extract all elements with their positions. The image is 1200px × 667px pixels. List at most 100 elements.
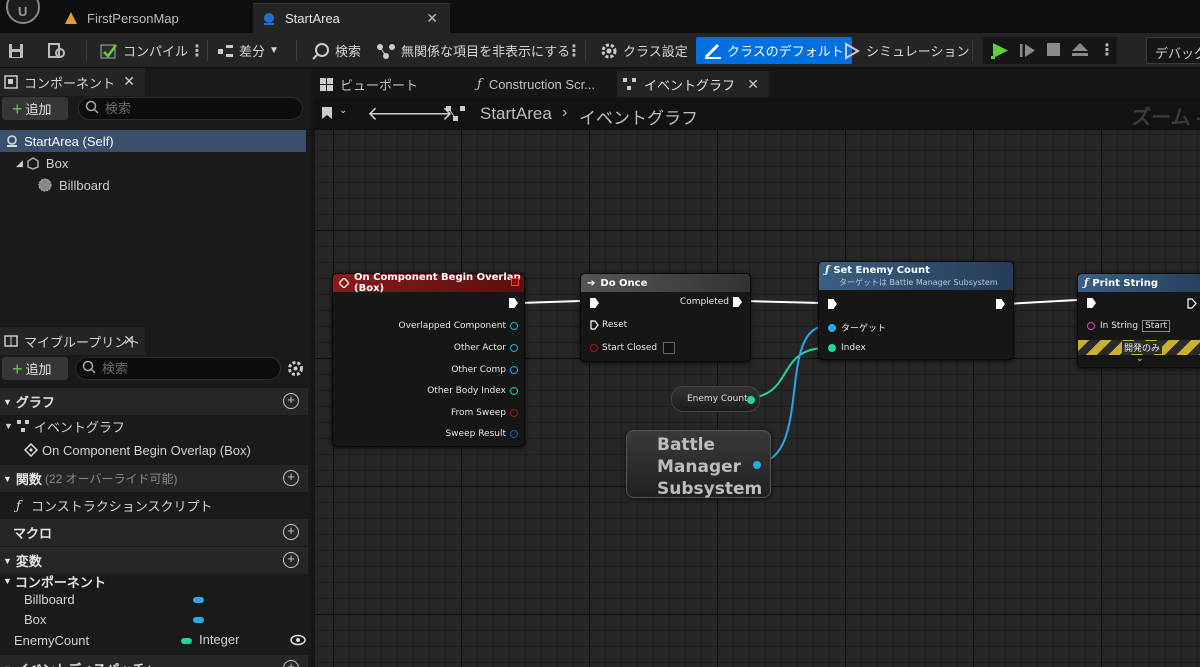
find-button[interactable]: 検索 xyxy=(312,37,361,64)
blueprint-search-input[interactable] xyxy=(102,361,252,376)
pin-reset[interactable]: Reset xyxy=(590,320,627,330)
diff-icon xyxy=(218,44,234,58)
compile-button[interactable]: コンパイル xyxy=(100,37,188,64)
exec-out-pin[interactable] xyxy=(1187,298,1197,309)
save-button[interactable] xyxy=(8,37,29,64)
step-icon[interactable] xyxy=(1020,43,1036,61)
variable-type-label[interactable]: Integer xyxy=(199,632,239,647)
add-graph-icon[interactable]: + xyxy=(283,393,299,409)
class-defaults-button[interactable]: クラスのデフォルト xyxy=(696,37,852,64)
save-icon xyxy=(8,43,24,59)
expand-arrow-icon[interactable]: ◢ xyxy=(16,158,23,169)
node-set-enemy-count[interactable]: ƒ Set Enemy Count ターゲットは Battle Manager S… xyxy=(818,261,1014,360)
pin-sweep-result[interactable]: Sweep Result xyxy=(445,429,518,439)
diff-button[interactable]: 差分 ▼ xyxy=(218,37,279,64)
node-enemy-count-getter[interactable]: Enemy Count xyxy=(671,386,760,412)
exec-out-pin[interactable] xyxy=(996,299,1005,309)
tree-item-self[interactable]: StartArea (Self) xyxy=(0,130,306,152)
graph-canvas[interactable]: On Component Begin Overlap (Box) Overlap… xyxy=(315,97,1200,667)
chevron-down-icon[interactable]: ⌄ xyxy=(339,105,347,116)
variable-enemycount[interactable]: EnemyCount xyxy=(14,629,322,651)
add-variable-icon[interactable]: + xyxy=(283,552,299,568)
pin-other-body-index[interactable]: Other Body Index xyxy=(427,386,518,396)
pin-target[interactable]: ターゲット xyxy=(828,321,886,334)
category-event-dispatchers[interactable]: ▼ イベントディスパッチャー + xyxy=(0,655,308,667)
pin-in-string[interactable]: In String Start xyxy=(1087,320,1171,332)
pin-index[interactable]: Index xyxy=(828,343,866,353)
pin-other-actor[interactable]: Other Actor xyxy=(454,343,518,353)
close-icon[interactable]: ✕ xyxy=(426,10,438,27)
tab-event-graph[interactable]: イベントグラフ ✕ xyxy=(617,71,769,97)
add-component-button[interactable]: + 追加 xyxy=(2,97,68,120)
close-icon[interactable]: ✕ xyxy=(747,76,759,93)
exec-in-pin[interactable] xyxy=(1087,298,1096,308)
breadcrumb-root[interactable]: StartArea xyxy=(480,104,552,124)
node-on-component-begin-overlap[interactable]: On Component Begin Overlap (Box) Overlap… xyxy=(332,272,525,447)
browse-button[interactable] xyxy=(48,37,71,64)
node-do-once[interactable]: ➔ Do Once Completed Reset Start Closed xyxy=(580,273,751,362)
bookmark-icon[interactable] xyxy=(321,106,333,123)
blueprint-search[interactable] xyxy=(75,357,281,380)
eject-icon[interactable] xyxy=(1072,43,1088,60)
tree-event-graph[interactable]: ▼ イベントグラフ xyxy=(0,415,308,437)
find-options-button[interactable]: ⋮ xyxy=(566,37,582,64)
close-icon[interactable]: ✕ xyxy=(123,332,135,349)
component-search[interactable] xyxy=(78,97,303,120)
add-dispatcher-icon[interactable]: + xyxy=(283,660,299,667)
pin-overlapped-component[interactable]: Overlapped Component xyxy=(399,321,518,331)
debug-object-select[interactable]: デバッグ xyxy=(1146,37,1200,64)
simulation-button[interactable]: シミュレーション xyxy=(843,37,969,64)
settings-gear-icon[interactable] xyxy=(287,360,304,380)
pin-other-comp[interactable]: Other Comp xyxy=(451,365,518,375)
eye-icon[interactable] xyxy=(290,634,306,649)
category-functions[interactable]: ▼ 関数 (22 オーバーライド可能) + xyxy=(0,465,308,492)
pin-completed[interactable]: Completed xyxy=(680,297,742,307)
component-search-input[interactable] xyxy=(105,101,255,116)
node-title: Print String xyxy=(1092,277,1159,289)
components-panel-tab[interactable]: コンポーネント ✕ xyxy=(0,68,145,96)
node-battle-manager-subsystem[interactable]: Battle Manager Subsystem xyxy=(626,430,771,499)
exec-out-pin[interactable] xyxy=(509,298,518,308)
tree-event-overlap[interactable]: On Component Begin Overlap (Box) xyxy=(24,439,332,461)
category-graphs[interactable]: ▼ グラフ + xyxy=(0,388,308,415)
start-closed-checkbox[interactable] xyxy=(663,342,676,354)
add-macro-icon[interactable]: + xyxy=(283,524,299,540)
my-blueprint-panel-tab[interactable]: マイブループリント ✕ xyxy=(0,327,145,355)
tab-viewport[interactable]: ビューポート xyxy=(316,71,466,97)
tree-construction-script[interactable]: ƒ コンストラクションスクリプト xyxy=(14,494,322,516)
tab-construction-script[interactable]: ƒ Construction Scr... xyxy=(471,71,617,97)
play-options-button[interactable]: ⋮ xyxy=(1099,40,1115,60)
add-function-icon[interactable]: + xyxy=(283,470,299,486)
node-print-string[interactable]: ƒ Print String In String Start 開発のみ ⌄ xyxy=(1077,273,1200,368)
exec-in-pin[interactable] xyxy=(828,299,837,309)
collapse-arrow-icon: ▼ xyxy=(4,421,13,431)
delegate-pin[interactable] xyxy=(511,278,519,286)
add-member-button[interactable]: + 追加 xyxy=(2,357,68,380)
node-title: Do Once xyxy=(600,277,648,289)
variable-name: EnemyCount xyxy=(14,632,90,648)
stop-icon[interactable] xyxy=(1047,43,1061,60)
close-icon[interactable]: ✕ xyxy=(123,73,135,90)
pin-from-sweep[interactable]: From Sweep xyxy=(451,408,518,418)
exec-in-pin[interactable] xyxy=(590,298,599,308)
tab-start-area[interactable]: StartArea ✕ xyxy=(253,3,450,33)
play-icon[interactable] xyxy=(991,42,1009,62)
unreal-logo-icon[interactable]: U xyxy=(6,0,40,24)
variable-billboard[interactable]: Billboard xyxy=(24,588,332,610)
pin-subsystem-out[interactable] xyxy=(753,461,761,469)
in-string-input[interactable]: Start xyxy=(1142,320,1171,332)
pin-start-closed[interactable]: Start Closed xyxy=(590,342,676,354)
tree-item-box[interactable]: ◢ Box xyxy=(16,152,322,174)
pin-enemy-count-out[interactable] xyxy=(747,396,755,404)
override-count: (22 オーバーライド可能) xyxy=(44,472,178,486)
class-settings-button[interactable]: クラス設定 xyxy=(600,37,688,64)
tree-item-billboard[interactable]: Billboard xyxy=(38,174,344,196)
category-macros[interactable]: マクロ + xyxy=(0,519,308,546)
chevron-down-icon[interactable]: ⌄ xyxy=(1136,354,1144,364)
variable-box[interactable]: Box xyxy=(24,608,332,630)
tab-first-person-map[interactable]: FirstPersonMap xyxy=(55,3,250,33)
pin-label: Sweep Result xyxy=(445,429,506,439)
tab-label: Construction Scr... xyxy=(488,76,596,92)
compile-options-button[interactable]: ⋮ xyxy=(189,37,205,64)
hide-unrelated-button[interactable]: 無関係な項目を非表示にする xyxy=(376,37,570,64)
